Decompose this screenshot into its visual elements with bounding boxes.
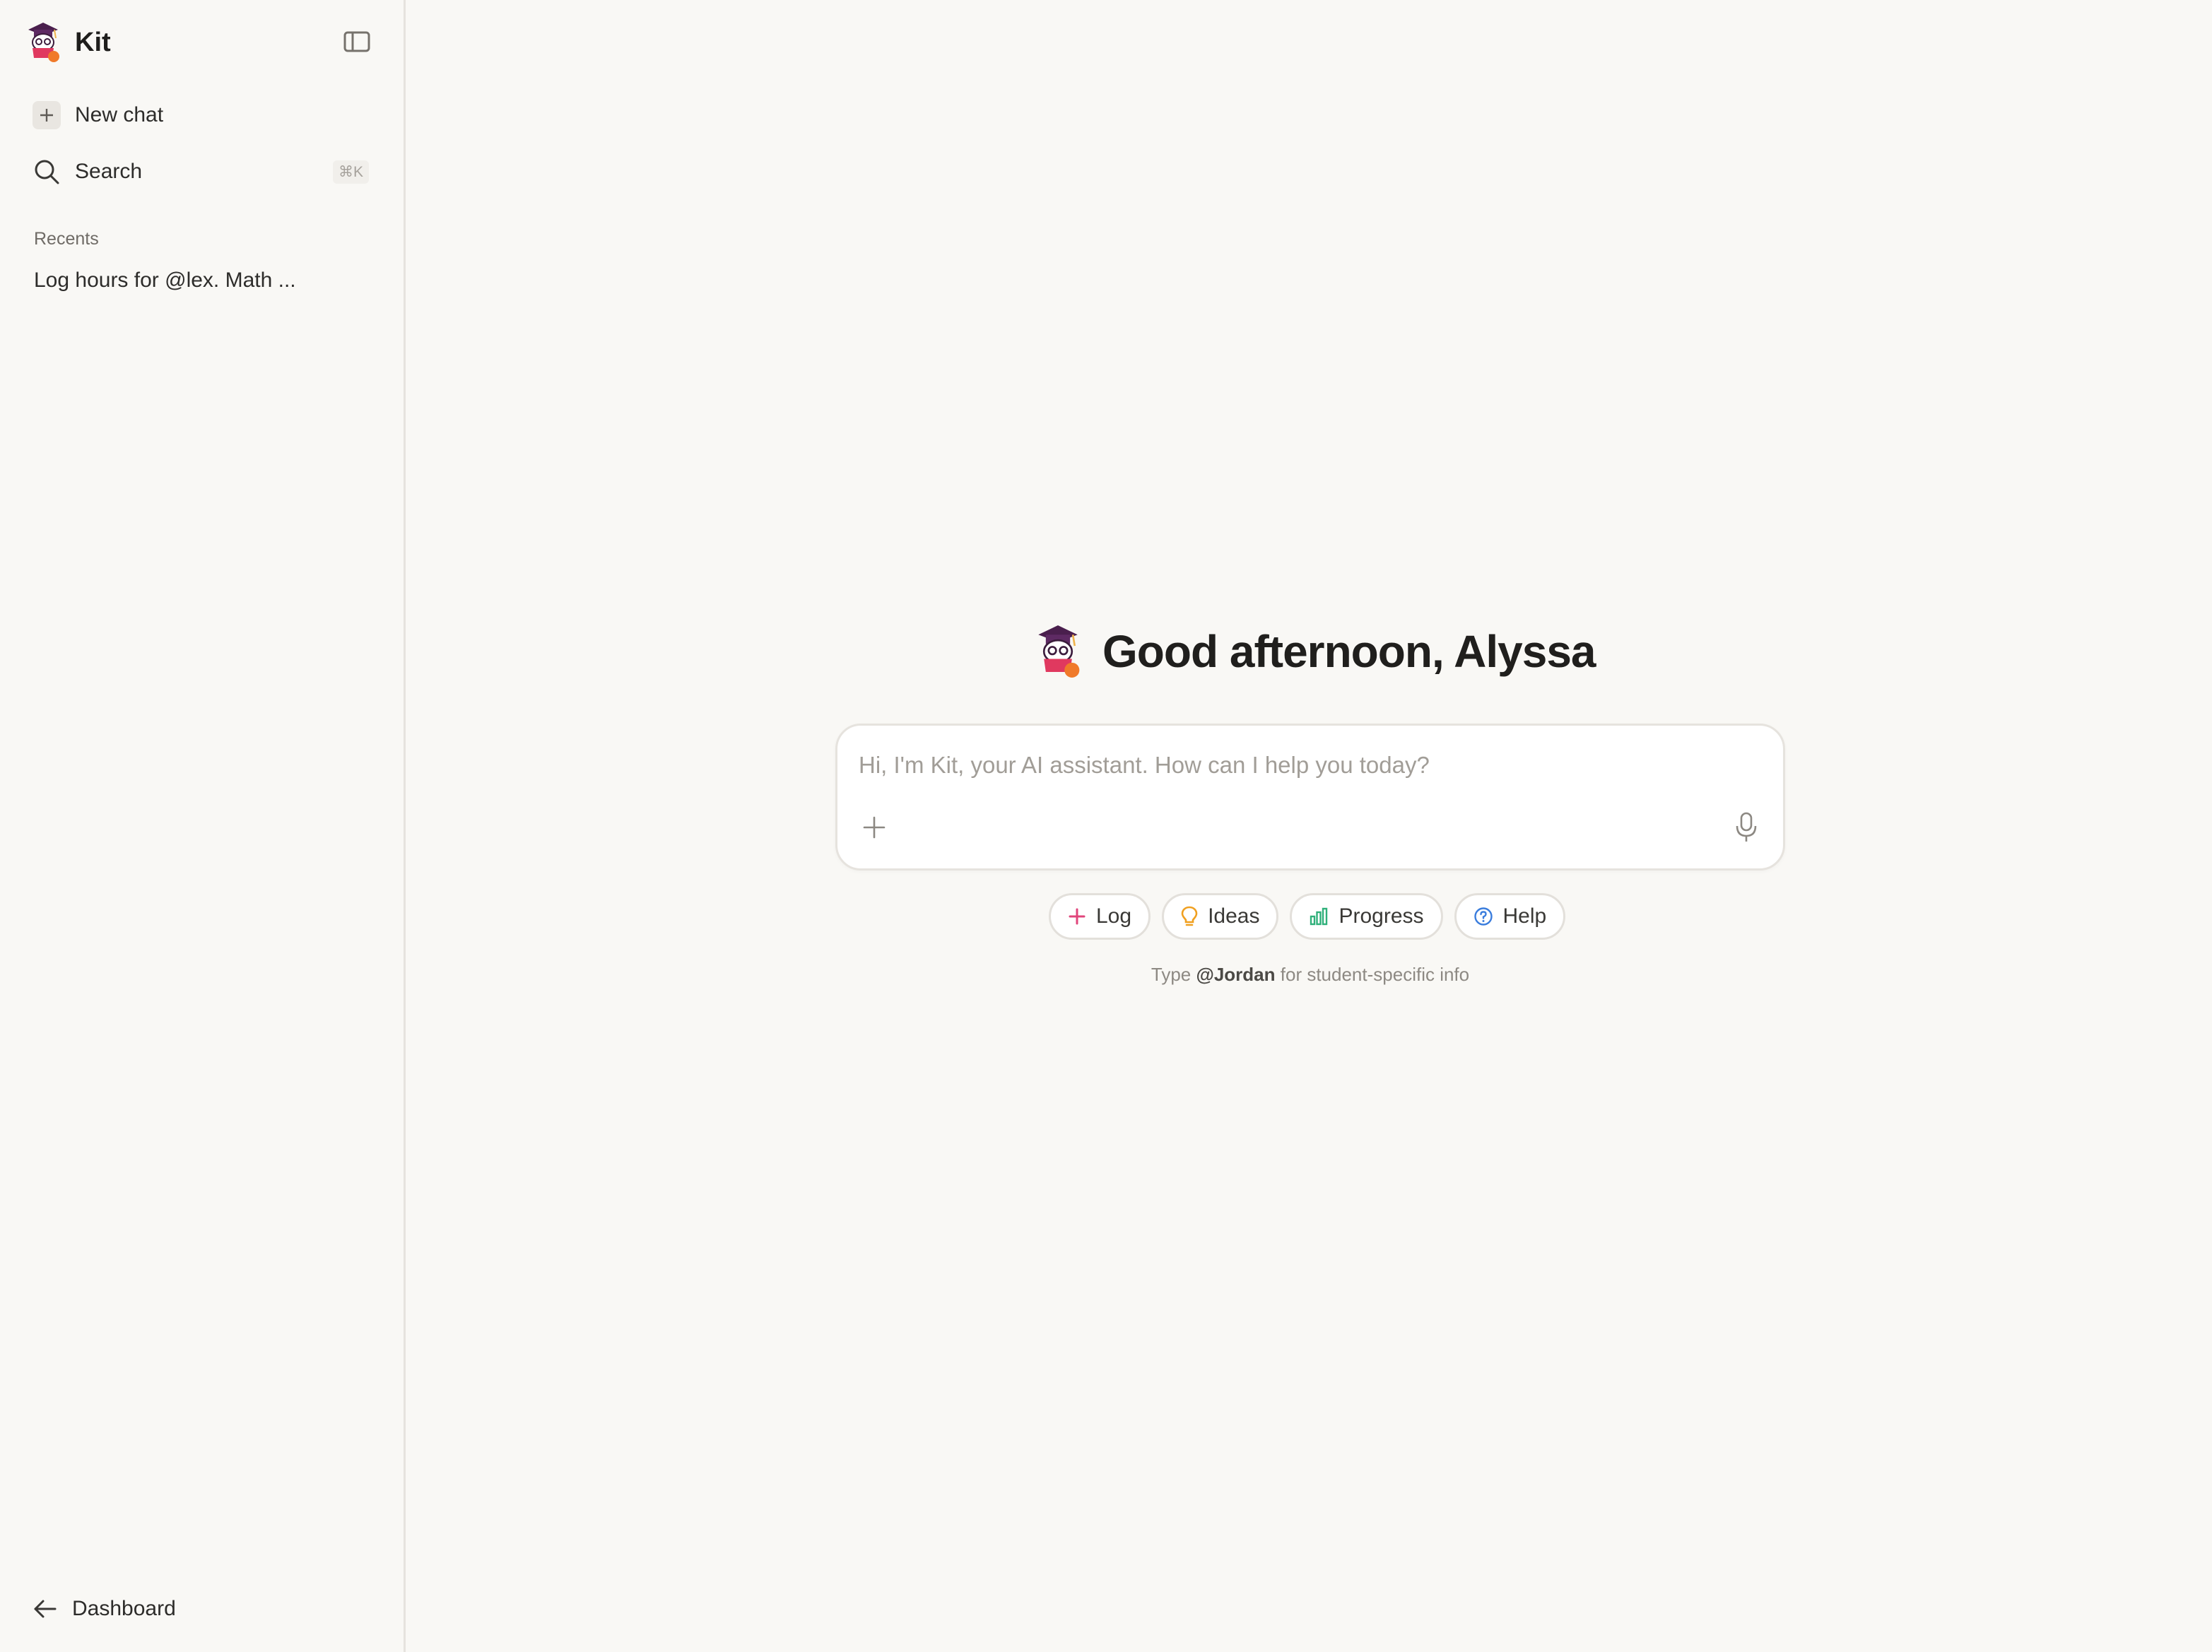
arrow-left-icon — [34, 1600, 57, 1618]
ideas-chip-label: Ideas — [1208, 904, 1260, 928]
progress-chip[interactable]: Progress — [1290, 893, 1443, 940]
help-circle-icon — [1473, 907, 1493, 926]
search-icon — [35, 160, 59, 184]
app-root: Kit New chat Search ⌘K Recents Log hours… — [0, 0, 2212, 1652]
help-chip-label: Help — [1502, 904, 1547, 928]
brand[interactable]: Kit — [25, 21, 111, 64]
progress-chip-label: Progress — [1339, 904, 1424, 928]
sidebar-toggle-icon[interactable] — [343, 30, 370, 54]
new-chat-label: New chat — [75, 103, 164, 126]
hint-prefix: Type — [1151, 964, 1192, 985]
sidebar: Kit New chat Search ⌘K Recents Log hours… — [0, 0, 406, 1652]
hint-mention: @Jordan — [1196, 964, 1276, 985]
ideas-chip[interactable]: Ideas — [1162, 893, 1279, 940]
new-chat-button[interactable]: New chat — [33, 96, 375, 134]
search-button[interactable]: Search ⌘K — [33, 153, 375, 191]
quick-actions: Log Ideas Progress Help — [1049, 893, 1566, 940]
help-chip[interactable]: Help — [1454, 893, 1566, 940]
hint-suffix: for student-specific info — [1280, 964, 1470, 985]
dashboard-label: Dashboard — [72, 1597, 176, 1620]
kit-logo-icon — [28, 23, 59, 62]
app-name: Kit — [75, 27, 111, 57]
bar-chart-icon — [1310, 907, 1328, 926]
kit-mascot-icon — [1038, 625, 1080, 678]
plus-icon — [33, 101, 61, 129]
lightbulb-icon — [1181, 906, 1198, 926]
attach-plus-icon[interactable] — [861, 815, 887, 840]
greeting-title: Good afternoon, Alyssa — [1102, 626, 1596, 677]
plus-icon — [1069, 908, 1086, 925]
search-shortcut: ⌘K — [332, 160, 369, 184]
search-label: Search — [75, 160, 143, 183]
greeting: Good afternoon, Alyssa — [1035, 618, 1596, 685]
recent-chat-item[interactable]: Log hours for @lex. Math ... — [34, 269, 296, 293]
log-chip-label: Log — [1096, 904, 1132, 928]
mention-hint: Type @Jordan for student-specific info — [835, 964, 1785, 986]
chat-input[interactable] — [859, 745, 1707, 785]
microphone-icon[interactable] — [1735, 812, 1758, 843]
chat-composer — [835, 724, 1785, 871]
dashboard-link[interactable]: Dashboard — [33, 1590, 176, 1628]
recents-heading: Recents — [34, 229, 99, 249]
log-chip[interactable]: Log — [1049, 893, 1151, 940]
